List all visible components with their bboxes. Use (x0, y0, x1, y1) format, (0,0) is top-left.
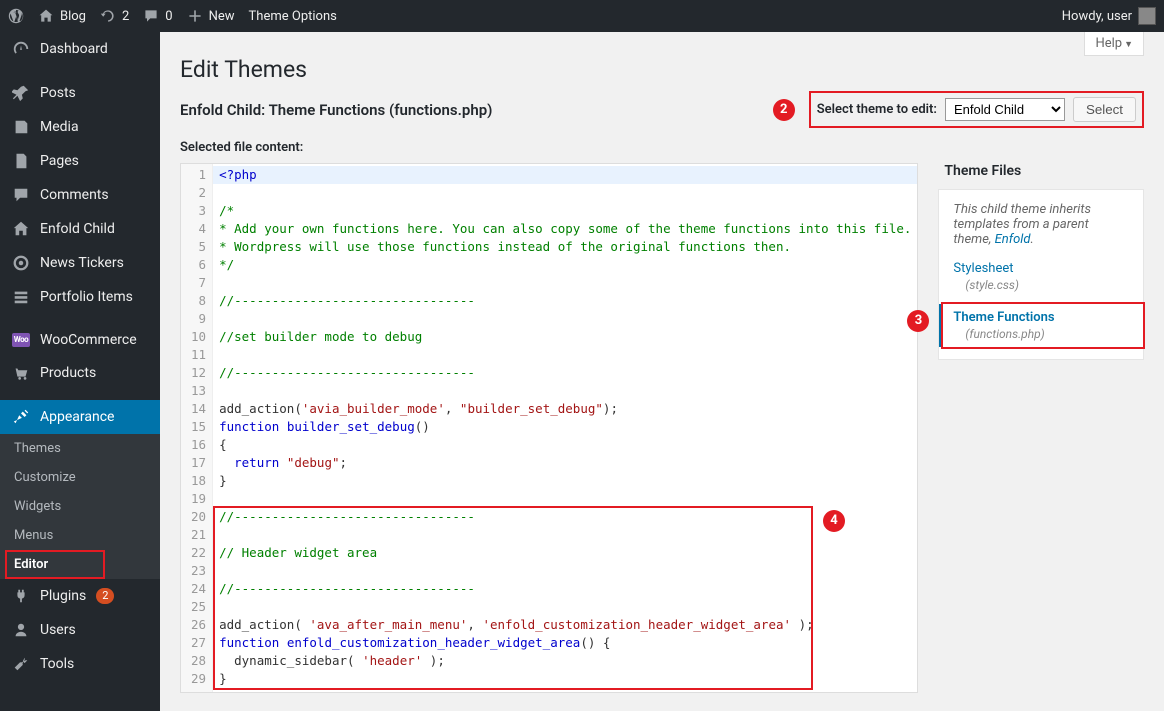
plugins-badge: 2 (96, 588, 114, 604)
pages-icon (12, 152, 30, 170)
tools-icon (12, 655, 30, 673)
submenu-menus[interactable]: Menus (0, 521, 160, 550)
comments-icon (12, 186, 30, 204)
howdy-link[interactable]: Howdy, user (1062, 7, 1156, 25)
updates-link[interactable]: 2 (100, 8, 129, 24)
menu-plugins[interactable]: Plugins2 (0, 579, 160, 613)
parent-theme-link[interactable]: Enfold (995, 232, 1031, 247)
code-editor[interactable]: 1234567891011121314151617181920212223242… (180, 163, 918, 693)
annotation-2: 2 (773, 99, 795, 121)
theme-select[interactable]: Enfold Child (945, 98, 1065, 121)
menu-enfold-child[interactable]: Enfold Child (0, 212, 160, 246)
submenu-widgets[interactable]: Widgets (0, 492, 160, 521)
menu-news-tickers[interactable]: News Tickers (0, 246, 160, 280)
annotation-4: 4 (823, 510, 845, 532)
portfolio-icon (12, 288, 30, 306)
submenu-customize[interactable]: Customize (0, 463, 160, 492)
admin-bar: Blog 2 0 New Theme Options Howdy, user (0, 0, 1164, 32)
wp-logo[interactable] (8, 8, 24, 24)
menu-products[interactable]: Products (0, 356, 160, 390)
submenu-themes[interactable]: Themes (0, 434, 160, 463)
selected-file-label: Selected file content: (180, 140, 1144, 155)
file-stylesheet[interactable]: Stylesheet (953, 261, 1129, 276)
file-functions-sub: (functions.php) (953, 327, 1129, 341)
menu-media[interactable]: Media (0, 110, 160, 144)
menu-users[interactable]: Users (0, 613, 160, 647)
help-tab[interactable]: Help▼ (1084, 32, 1144, 56)
appearance-submenu: Themes Customize Widgets Menus Editor 1 (0, 434, 160, 579)
menu-posts[interactable]: Posts (0, 76, 160, 110)
menu-tools[interactable]: Tools (0, 647, 160, 681)
select-button[interactable]: Select (1073, 97, 1136, 122)
site-link[interactable]: Blog (38, 8, 86, 24)
comments-link[interactable]: 0 (143, 8, 172, 24)
products-icon (12, 364, 30, 382)
home-icon (38, 8, 54, 24)
menu-pages[interactable]: Pages (0, 144, 160, 178)
page-title: Edit Themes (180, 42, 1144, 91)
users-icon (12, 621, 30, 639)
select-theme-label: Select theme to edit: (817, 102, 937, 117)
menu-portfolio[interactable]: Portfolio Items (0, 280, 160, 314)
home-icon (12, 220, 30, 238)
code-lines[interactable]: <?php/** Add your own functions here. Yo… (213, 164, 917, 693)
news-icon (12, 254, 30, 272)
menu-appearance[interactable]: Appearance (0, 400, 160, 434)
menu-woocommerce[interactable]: WooWooCommerce (0, 324, 160, 356)
file-heading: Enfold Child: Theme Functions (functions… (180, 101, 492, 119)
media-icon (12, 118, 30, 136)
plugins-icon (12, 587, 30, 605)
inherits-text: This child theme inherits templates from… (953, 202, 1129, 247)
theme-files-panel: This child theme inherits templates from… (938, 189, 1144, 360)
dashboard-icon (12, 40, 30, 58)
appearance-icon (12, 408, 30, 426)
content-area: Help▼ Edit Themes Enfold Child: Theme Fu… (160, 32, 1164, 711)
menu-comments[interactable]: Comments (0, 178, 160, 212)
woo-icon: Woo (12, 333, 30, 347)
submenu-editor[interactable]: Editor 1 (0, 550, 160, 579)
update-icon (100, 8, 116, 24)
theme-options-link[interactable]: Theme Options (249, 9, 337, 24)
avatar (1138, 7, 1156, 25)
theme-files-title: Theme Files (938, 163, 1144, 179)
file-functions[interactable]: Theme Functions (953, 310, 1129, 325)
comment-icon (143, 8, 159, 24)
annotation-3: 3 (907, 310, 929, 332)
plus-icon (187, 8, 203, 24)
pin-icon (12, 84, 30, 102)
admin-sidemenu: Dashboard Posts Media Pages Comments Enf… (0, 32, 160, 711)
menu-dashboard[interactable]: Dashboard (0, 32, 160, 66)
file-stylesheet-sub: (style.css) (953, 278, 1129, 292)
new-link[interactable]: New (187, 8, 235, 24)
code-gutter: 1234567891011121314151617181920212223242… (181, 164, 213, 693)
